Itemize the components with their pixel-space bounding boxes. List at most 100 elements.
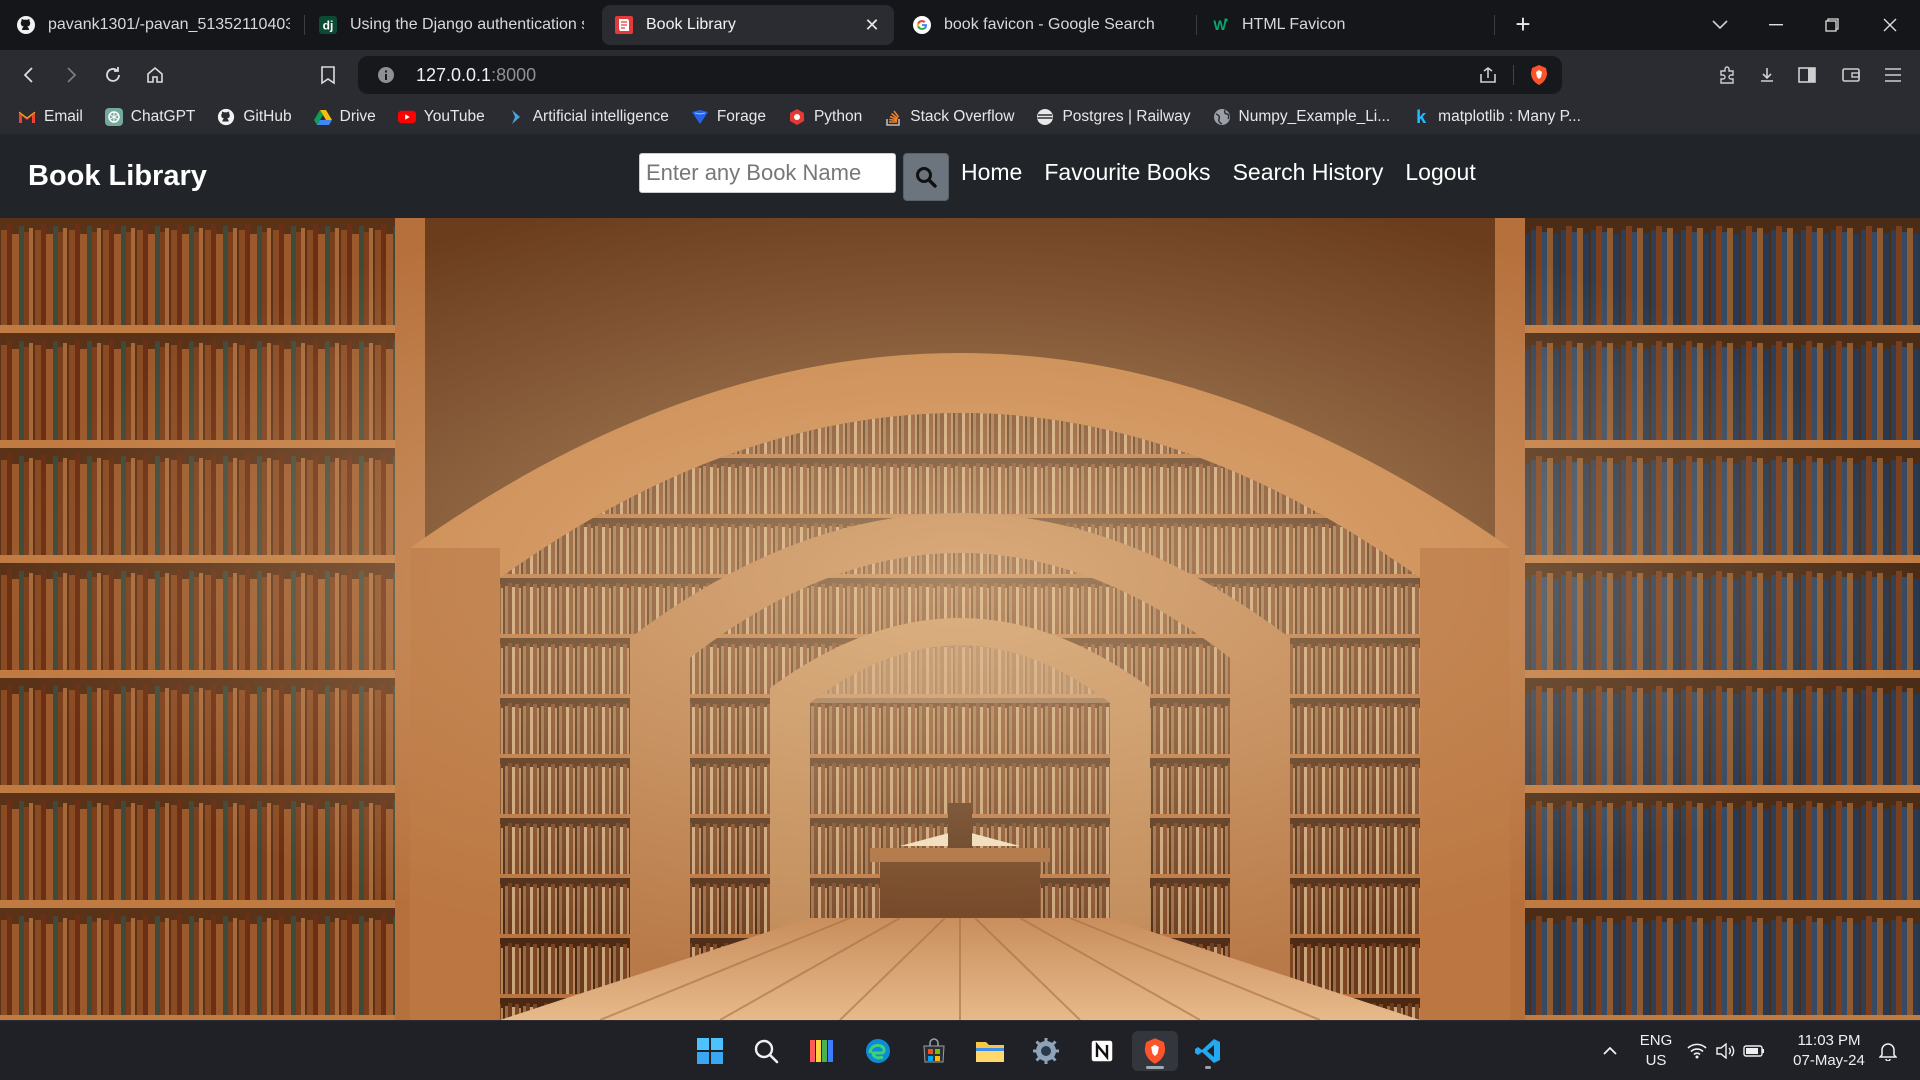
wallet-icon[interactable]: [1836, 60, 1866, 90]
ai-icon: [507, 108, 525, 126]
tab-divider: [1494, 15, 1495, 35]
bookmark-postgres-railway[interactable]: Postgres | Railway: [1036, 108, 1191, 126]
windows-taskbar: ENG US 11:03 PM 07-May-24: [0, 1020, 1920, 1080]
share-icon[interactable]: [1473, 66, 1503, 84]
active-app-indicator: [1146, 1066, 1164, 1069]
tab-book-library[interactable]: Book Library ✕: [602, 5, 894, 45]
windows-start-icon[interactable]: [690, 1031, 730, 1071]
tab-google-search[interactable]: book favicon - Google Search: [900, 5, 1192, 45]
forward-icon[interactable]: [56, 60, 86, 90]
download-icon[interactable]: [1752, 60, 1782, 90]
bookmark-artificial-intelligence[interactable]: Artificial intelligence: [507, 108, 669, 126]
forage-icon: [691, 108, 709, 126]
book-icon: [614, 15, 634, 35]
running-app-indicator: [1205, 1066, 1211, 1069]
bookmark-numpy-example[interactable]: Numpy_Example_Li...: [1213, 108, 1390, 126]
chatgpt-icon: [104, 108, 123, 126]
gmail-icon: [18, 108, 36, 126]
url-text[interactable]: 127.0.0.1:8000: [416, 65, 536, 86]
site-info-icon[interactable]: [368, 65, 404, 85]
new-tab-button[interactable]: +: [1508, 10, 1538, 40]
bookmark-python[interactable]: Python: [788, 108, 862, 126]
nav-links: Home Favourite Books Search History Logo…: [961, 159, 1476, 186]
brave-browser-icon[interactable]: [1132, 1031, 1178, 1071]
globe-icon: [1213, 108, 1231, 126]
web-page: Book Library Home Favourite Books Search…: [0, 134, 1920, 1020]
clock[interactable]: 11:03 PM 07-May-24: [1786, 1031, 1872, 1071]
sidebar-icon[interactable]: [1792, 60, 1822, 90]
settings-icon[interactable]: [1026, 1031, 1066, 1071]
vscode-icon[interactable]: [1188, 1031, 1228, 1071]
brave-shields-icon[interactable]: [1524, 64, 1554, 86]
bookmark-chatgpt[interactable]: ChatGPT: [104, 108, 195, 126]
site-navbar: Book Library Home Favourite Books Search…: [0, 134, 1920, 218]
system-tray-icons[interactable]: [1680, 1031, 1772, 1071]
railway-icon: [1036, 108, 1054, 126]
kaggle-icon: k: [1416, 106, 1427, 127]
search-button[interactable]: [903, 153, 949, 201]
django-icon: dj: [318, 15, 338, 35]
minimize-icon[interactable]: [1756, 10, 1796, 40]
bookmarks-bar: Email ChatGPT GitHub Drive YouTube Artif…: [0, 100, 1920, 134]
back-icon[interactable]: [14, 60, 44, 90]
bookmark-drive[interactable]: Drive: [313, 108, 376, 126]
show-hidden-icons-chevron-icon[interactable]: [1590, 1031, 1630, 1071]
address-bar[interactable]: 127.0.0.1:8000: [358, 56, 1562, 94]
close-tab-icon[interactable]: ✕: [862, 15, 882, 35]
bookmark-youtube[interactable]: YouTube: [397, 108, 485, 126]
site-brand[interactable]: Book Library: [28, 160, 207, 193]
widgets-icon[interactable]: [802, 1031, 842, 1071]
tab-divider: [1196, 15, 1197, 35]
menu-icon[interactable]: [1878, 60, 1908, 90]
nav-search-history[interactable]: Search History: [1233, 159, 1384, 186]
google-icon: [912, 15, 932, 35]
notion-icon[interactable]: [1082, 1031, 1122, 1071]
volume-icon: [1715, 1043, 1735, 1059]
python-icon: [788, 108, 806, 126]
github-icon: [16, 15, 36, 35]
tab-strip: pavank1301/-pavan_513521104034_ dj Using…: [0, 0, 1920, 50]
w3schools-icon: W: [1210, 15, 1230, 35]
tab-title: Book Library: [646, 16, 736, 33]
microsoft-store-icon[interactable]: [914, 1031, 954, 1071]
language-indicator[interactable]: ENG US: [1636, 1031, 1676, 1071]
tab-title: book favicon - Google Search: [944, 16, 1155, 33]
tab-list-chevron-icon[interactable]: [1700, 10, 1740, 40]
tab-html-favicon[interactable]: W HTML Favicon: [1198, 5, 1490, 45]
edge-icon[interactable]: [858, 1031, 898, 1071]
drive-icon: [313, 108, 332, 126]
bookmark-github[interactable]: GitHub: [217, 108, 292, 126]
nav-logout[interactable]: Logout: [1405, 159, 1475, 186]
library-hero-image: [0, 218, 1920, 1020]
tab-title: pavank1301/-pavan_513521104034_: [48, 16, 290, 33]
github-icon: [217, 108, 235, 126]
tab-title: HTML Favicon: [1242, 16, 1346, 33]
search-icon: [915, 166, 937, 188]
home-icon[interactable]: [140, 60, 170, 90]
close-window-icon[interactable]: [1870, 10, 1910, 40]
file-explorer-icon[interactable]: [970, 1031, 1010, 1071]
nav-favourite-books[interactable]: Favourite Books: [1044, 159, 1210, 186]
bookmark-forage[interactable]: Forage: [691, 108, 766, 126]
reload-icon[interactable]: [98, 60, 128, 90]
browser-toolbar: 127.0.0.1:8000: [0, 50, 1920, 100]
tab-github[interactable]: pavank1301/-pavan_513521104034_: [4, 5, 302, 45]
wifi-icon: [1687, 1043, 1707, 1059]
restore-icon[interactable]: [1812, 10, 1852, 40]
search-icon[interactable]: [746, 1031, 786, 1071]
tab-divider: [304, 15, 305, 35]
tab-django[interactable]: dj Using the Django authentication syst: [306, 5, 596, 45]
svg-text:dj: dj: [323, 19, 334, 33]
youtube-icon: [397, 108, 416, 126]
bookmark-stack-overflow[interactable]: Stack Overflow: [884, 108, 1014, 126]
nav-home[interactable]: Home: [961, 159, 1022, 186]
extensions-icon[interactable]: [1712, 60, 1742, 90]
book-search-input[interactable]: [639, 153, 896, 193]
bookmark-matplotlib[interactable]: k matplotlib : Many P...: [1412, 106, 1581, 127]
library-interior-illustration: [0, 218, 1920, 1020]
bookmark-icon[interactable]: [313, 60, 343, 90]
notification-bell-icon[interactable]: [1868, 1031, 1908, 1071]
battery-icon: [1743, 1044, 1765, 1058]
bookmark-email[interactable]: Email: [18, 108, 83, 126]
stackoverflow-icon: [884, 108, 902, 126]
